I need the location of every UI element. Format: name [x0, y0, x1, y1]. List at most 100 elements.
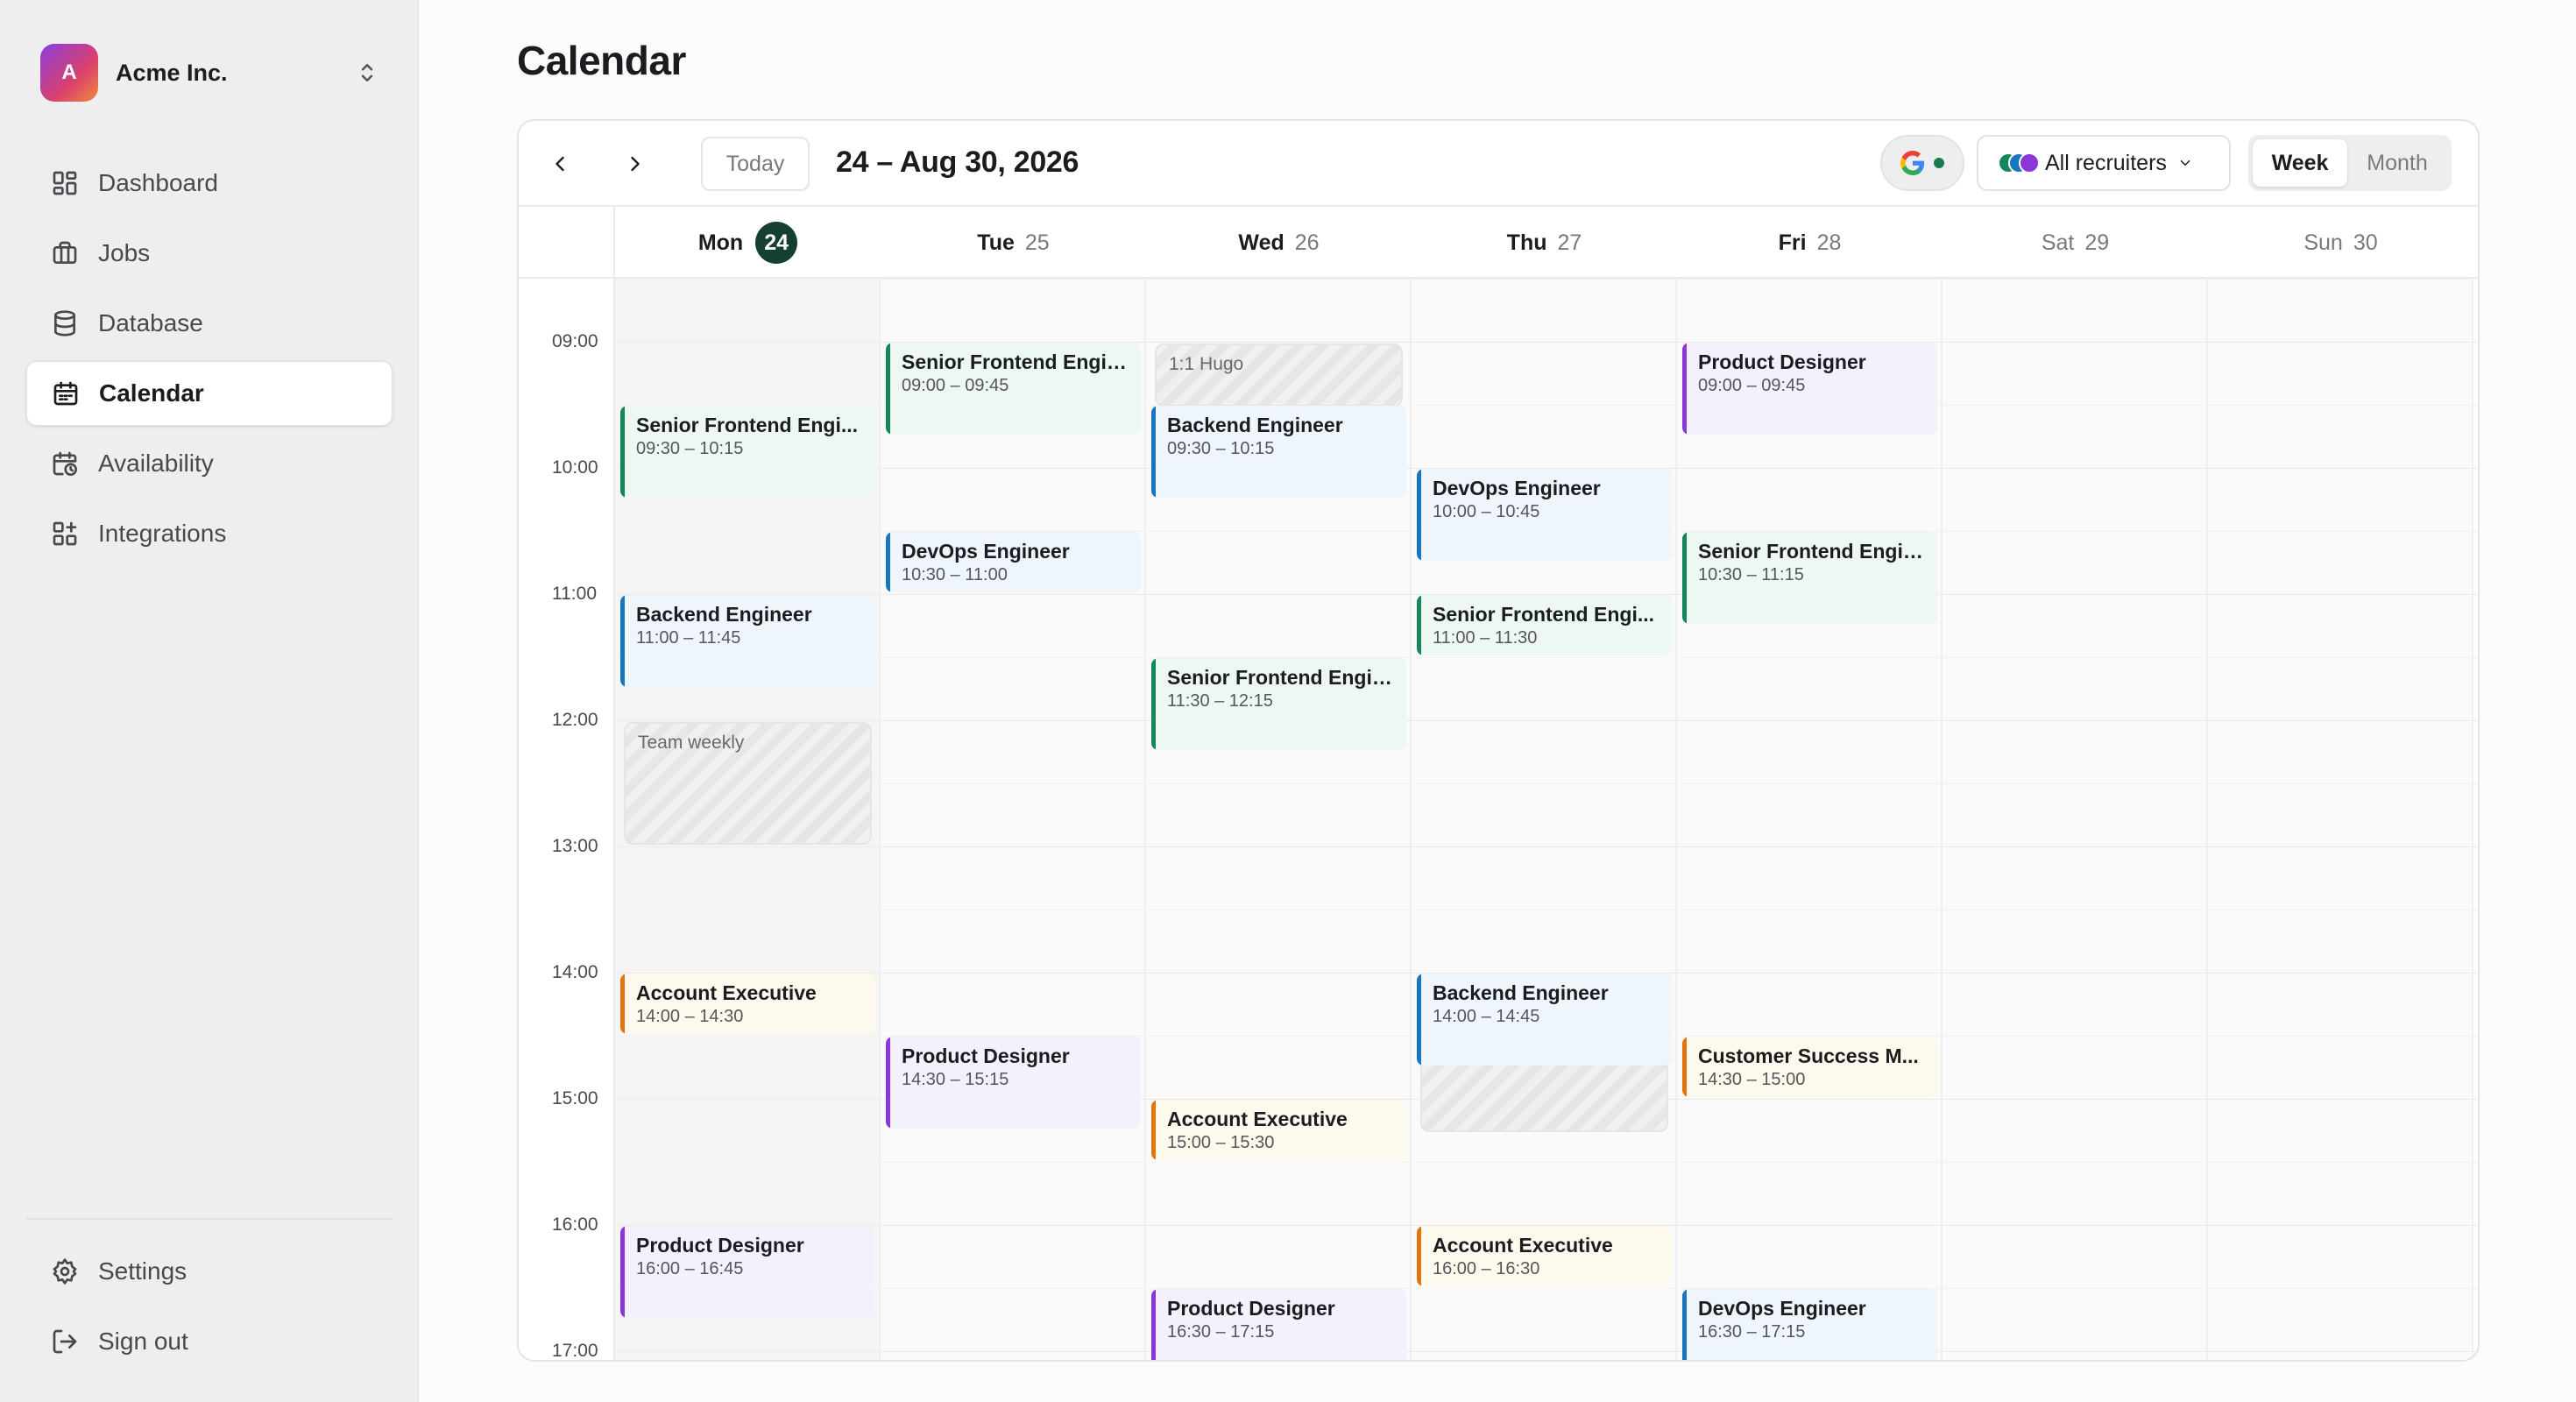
sidebar-item-label: Integrations	[98, 520, 227, 547]
day-name: Tue	[977, 230, 1015, 255]
org-switcher[interactable]: A Acme Inc.	[40, 44, 380, 102]
org-avatar: A	[40, 44, 98, 102]
event-time: 14:00 – 14:45	[1433, 1007, 1540, 1026]
hour-label: 13:00	[552, 836, 598, 856]
chevron-down-icon	[2180, 160, 2190, 166]
sidebar-item-label: Database	[98, 309, 203, 336]
sidebar-divider	[26, 1218, 393, 1220]
event-title: Senior Frontend Engi...	[636, 414, 858, 436]
day-column-fri[interactable]	[1677, 279, 1943, 1360]
calendar-event[interactable]: Backend Engineer 09:30 – 10:15	[1151, 406, 1406, 498]
event-title: Customer Success M...	[1698, 1044, 1919, 1067]
event-title: Account Executive	[636, 981, 817, 1004]
event-time: 16:30 – 17:15	[1698, 1322, 1806, 1342]
sidebar-item-jobs[interactable]: Jobs	[26, 221, 393, 286]
calendar-toolbar: Today 24 – Aug 30, 2026 All recruiters W…	[519, 121, 2478, 207]
event-title: Senior Frontend Engin...	[1167, 666, 1394, 689]
recruiter-avatars-icon	[1998, 152, 2040, 173]
hour-label: 16:00	[552, 1214, 598, 1235]
calendar-event[interactable]: Senior Frontend Engin... 11:30 – 12:15	[1151, 658, 1406, 750]
calendar-event[interactable]: Account Executive 15:00 – 15:30	[1151, 1100, 1406, 1160]
day-column-sat[interactable]	[1943, 279, 2208, 1360]
sidebar-item-settings[interactable]: Settings	[26, 1239, 393, 1304]
calendar-event[interactable]: DevOps Engineer 10:30 – 11:00	[886, 532, 1141, 592]
event-time: 09:00 – 09:45	[1698, 376, 1806, 395]
chevron-left-icon	[556, 156, 564, 172]
briefcase-icon	[53, 241, 77, 264]
sidebar-item-label: Dashboard	[98, 169, 218, 196]
calendar-event[interactable]: Senior Frontend Engin... 09:00 – 09:45	[886, 343, 1141, 435]
database-icon	[54, 310, 75, 336]
event-time: 14:30 – 15:00	[1698, 1070, 1806, 1089]
day-number: 30	[2353, 230, 2378, 255]
sidebar: A Acme Inc. Dashboard Jobs Database Cale…	[0, 0, 419, 1402]
chevron-right-icon	[631, 156, 640, 172]
day-name: Sun	[2304, 230, 2343, 255]
event-time: 16:00 – 16:30	[1433, 1259, 1540, 1278]
calendar-event[interactable]: DevOps Engineer 10:00 – 10:45	[1417, 469, 1672, 561]
connection-status-dot	[1934, 158, 1944, 168]
blocked-time-slot[interactable]: Team weekly	[624, 722, 872, 845]
half-hour-gridline	[615, 1288, 2478, 1289]
sidebar-item-database[interactable]: Database	[26, 291, 393, 356]
event-time: 10:00 – 10:45	[1433, 502, 1540, 521]
hour-gridline	[615, 720, 2478, 721]
sidebar-item-dashboard[interactable]: Dashboard	[26, 151, 393, 216]
event-title: Senior Frontend Engin...	[1698, 540, 1925, 563]
day-column-sun[interactable]	[2208, 279, 2473, 1360]
calendar-clock-icon	[53, 451, 77, 476]
week-view-button[interactable]: Week	[2253, 139, 2347, 187]
day-name: Fri	[1778, 230, 1807, 255]
calendar-event[interactable]: Product Designer 16:00 – 16:45	[620, 1226, 875, 1318]
org-name: Acme Inc.	[116, 59, 228, 86]
day-header-row: Mon 24 Tue 25 Wed 26 Thu 27 Fri 28 Sat 29 Sun 30	[519, 207, 2478, 279]
recruiters-filter-dropdown[interactable]: All recruiters	[1977, 135, 2231, 191]
event-time: 11:00 – 11:30	[1433, 628, 1538, 648]
calendar-event[interactable]: Senior Frontend Engi... 09:30 – 10:15	[620, 406, 875, 498]
calendar-event[interactable]: Account Executive 14:00 – 14:30	[620, 974, 875, 1034]
previous-week-button[interactable]	[536, 140, 584, 188]
day-header-tue: Tue 25	[881, 207, 1146, 279]
day-column-tue[interactable]	[881, 279, 1146, 1360]
calendar-event[interactable]: Product Designer 09:00 – 09:45	[1682, 343, 1937, 435]
next-week-button[interactable]	[612, 140, 659, 188]
calendar-event[interactable]: Customer Success M... 14:30 – 15:00	[1682, 1037, 1937, 1097]
calendar-event[interactable]: Backend Engineer 11:00 – 11:45	[620, 595, 875, 687]
time-gutter-header	[519, 207, 615, 279]
day-name: Sat	[2041, 230, 2075, 255]
sidebar-item-integrations[interactable]: Integrations	[26, 501, 393, 566]
sidebar-item-availability[interactable]: Availability	[26, 431, 393, 496]
today-button[interactable]: Today	[701, 137, 810, 191]
sidebar-item-sign-out[interactable]: Sign out	[26, 1309, 393, 1374]
calendar-event[interactable]: Product Designer 16:30 – 17:15	[1151, 1289, 1406, 1360]
half-hour-gridline	[615, 1162, 2478, 1163]
hour-label: 10:00	[552, 457, 598, 478]
half-hour-gridline	[615, 783, 2478, 784]
calendar-event[interactable]: Backend Engineer 14:00 – 14:45	[1417, 974, 1672, 1066]
event-title: DevOps Engineer	[1698, 1297, 1866, 1320]
event-time: 10:30 – 11:00	[902, 565, 1008, 584]
event-time: 11:30 – 12:15	[1167, 691, 1273, 711]
event-time: 14:00 – 14:30	[636, 1007, 744, 1026]
gear-icon	[53, 1258, 77, 1285]
google-calendar-button[interactable]	[1880, 135, 1964, 191]
month-view-button[interactable]: Month	[2347, 139, 2447, 187]
date-range-label: 24 – Aug 30, 2026	[836, 145, 1079, 179]
hour-label: 17:00	[552, 1341, 598, 1361]
integrations-icon	[53, 521, 77, 546]
sidebar-nav: Dashboard Jobs Database Calendar Availab…	[26, 151, 393, 571]
calendar-event[interactable]: Senior Frontend Engi... 11:00 – 11:30	[1417, 595, 1672, 655]
sidebar-item-calendar[interactable]: Calendar	[26, 361, 393, 426]
calendar-event[interactable]: DevOps Engineer 16:30 – 17:15	[1682, 1289, 1937, 1360]
event-title: Account Executive	[1167, 1108, 1348, 1130]
calendar-event[interactable]: Senior Frontend Engin... 10:30 – 11:15	[1682, 532, 1937, 624]
event-time: 15:00 – 15:30	[1167, 1133, 1275, 1152]
calendar-event[interactable]: Product Designer 14:30 – 15:15	[886, 1037, 1141, 1129]
event-time: 16:30 – 17:15	[1167, 1322, 1275, 1342]
event-title: Product Designer	[1698, 350, 1866, 373]
event-time: 10:30 – 11:15	[1698, 565, 1804, 584]
event-title: Backend Engineer	[1167, 414, 1343, 436]
blocked-time-slot[interactable]: 1:1 Hugo	[1155, 343, 1403, 407]
day-column-thu[interactable]	[1412, 279, 1677, 1360]
calendar-event[interactable]: Account Executive 16:00 – 16:30	[1417, 1226, 1672, 1286]
